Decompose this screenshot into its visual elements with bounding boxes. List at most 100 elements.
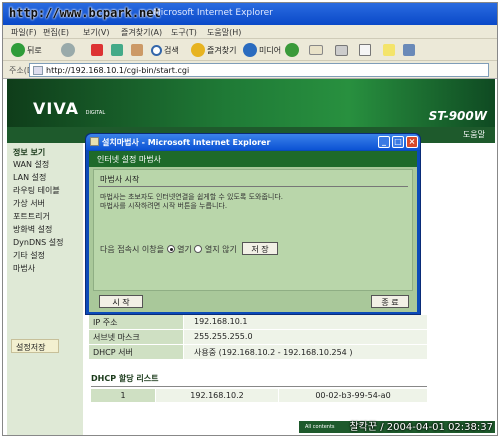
- radio-close[interactable]: [194, 245, 203, 253]
- toolbar: 뒤로 검색 즐겨찾기 미디어: [3, 39, 497, 61]
- media-label: 미디어: [259, 45, 282, 55]
- divider: [98, 186, 408, 187]
- menu-bar: 파일(F) 편집(E) 보기(V) 즐겨찾기(A) 도구(T) 도움말(H): [3, 25, 497, 39]
- back-label: 뒤로: [27, 45, 42, 55]
- dhcp-mac: 00-02-b3-99-54-a0: [279, 389, 427, 402]
- table-row: DHCP 서버 사용중 (192.168.10.2 - 192.168.10.2…: [89, 345, 427, 359]
- dhcp-list-title: DHCP 할당 리스트: [91, 374, 159, 383]
- edit-icon: [359, 44, 371, 56]
- stop-button[interactable]: [91, 42, 103, 58]
- table-key: IP 주소: [89, 315, 183, 329]
- sidebar-item-dyndns[interactable]: DynDNS 설정: [13, 237, 63, 248]
- wizard-dialog: 설치마법사 - Microsoft Internet Explorer _ □ …: [85, 133, 421, 315]
- print-button[interactable]: [335, 42, 348, 58]
- favorites-label: 즐겨찾기: [207, 45, 237, 55]
- history-icon: [285, 43, 299, 57]
- close-icon[interactable]: ×: [406, 136, 418, 148]
- wizard-text-2: 마법사를 시작하려면 시작 버튼을 누릅니다.: [100, 202, 228, 210]
- brand-logo: VIVA DIGITAL: [33, 99, 105, 118]
- wizard-panel: 마법사 시작 마법사는 초보자도 인터넷연결을 쉽게할 수 있도록 도와줍니다.…: [93, 169, 413, 291]
- table-key: 서브넷 마스크: [89, 330, 183, 344]
- table-row: 1 192.168.10.2 00-02-b3-99-54-a0: [91, 389, 427, 402]
- dialog-title-bar: 설치마법사 - Microsoft Internet Explorer _ □ …: [86, 134, 420, 150]
- discuss-icon: [403, 44, 415, 56]
- window-title: Microsoft Internet Explorer: [153, 8, 273, 18]
- sidebar-heading[interactable]: 정보 보기: [13, 147, 45, 158]
- history-button[interactable]: [285, 42, 299, 58]
- router-banner: VIVA DIGITAL ST-900W: [7, 79, 495, 127]
- address-bar: 주소(D) http://192.168.10.1/cgi-bin/start.…: [3, 61, 497, 79]
- search-button[interactable]: 검색: [151, 42, 179, 58]
- sidebar-item-lan[interactable]: LAN 설정: [13, 172, 46, 183]
- table-row: 서브넷 마스크 255.255.255.0: [89, 330, 427, 344]
- star-icon: [191, 43, 205, 57]
- table-key: DHCP 서버: [89, 345, 183, 359]
- open-option-label: 다음 접속시 이창을: [100, 245, 164, 254]
- edit-button[interactable]: [359, 42, 371, 58]
- address-input[interactable]: http://192.168.10.1/cgi-bin/start.cgi: [29, 63, 489, 77]
- back-button[interactable]: 뒤로: [11, 42, 42, 58]
- open-option-row: 다음 접속시 이창을 열기 열지 않기: [100, 244, 237, 255]
- media-icon: [243, 43, 257, 57]
- brand-text: VIVA: [33, 99, 80, 118]
- dhcp-no: 1: [91, 389, 155, 402]
- mail-icon: [309, 45, 323, 55]
- divider: [91, 386, 427, 387]
- menu-file[interactable]: 파일(F): [11, 27, 37, 38]
- discuss-button[interactable]: [403, 42, 415, 58]
- save-button[interactable]: 저 장: [242, 242, 278, 255]
- dialog-title: 설치마법사 - Microsoft Internet Explorer: [102, 138, 271, 147]
- watermark-text: http://www.bcpark.net: [9, 6, 161, 20]
- sidebar-item-routing[interactable]: 라우팅 테이블: [13, 185, 60, 196]
- brand-sub: DIGITAL: [85, 110, 106, 116]
- refresh-button[interactable]: [111, 42, 123, 58]
- forward-button[interactable]: [61, 42, 75, 58]
- sidebar-item-port-trigger[interactable]: 포트트리거: [13, 211, 50, 222]
- menu-view[interactable]: 보기(V): [83, 27, 109, 38]
- table-value: 192.168.10.1: [184, 315, 427, 329]
- start-button[interactable]: 시 작: [99, 295, 143, 308]
- lan-info-table: IP 주소 192.168.10.1 서브넷 마스크 255.255.255.0…: [89, 315, 427, 360]
- table-value: 255.255.255.0: [184, 330, 427, 344]
- menu-favorites[interactable]: 즐겨찾기(A): [121, 27, 162, 38]
- sidebar: 정보 보기 WAN 설정 LAN 설정 라우팅 테이블 가상 서버 포트트리거 …: [7, 143, 83, 435]
- sidebar-item-virtual-server[interactable]: 가상 서버: [13, 198, 45, 209]
- note-icon: [383, 44, 395, 56]
- wizard-subtitle: 마법사 시작: [100, 175, 140, 184]
- help-link[interactable]: 도움말: [463, 129, 485, 140]
- sidebar-item-wizard[interactable]: 마법사: [13, 263, 35, 274]
- sidebar-item-etc[interactable]: 기타 설정: [13, 250, 45, 261]
- radio-open[interactable]: [166, 245, 175, 253]
- capture-timestamp: 찰칵꾼 / 2004-04-01 02:38:37: [349, 422, 493, 433]
- title-bar: http://www.bcpark.net Microsoft Internet…: [3, 3, 497, 25]
- menu-help[interactable]: 도움말(H): [207, 27, 241, 38]
- radio-close-label: 열지 않기: [204, 245, 237, 254]
- dhcp-table: 1 192.168.10.2 00-02-b3-99-54-a0: [91, 389, 427, 402]
- dhcp-ip: 192.168.10.2: [156, 389, 278, 402]
- menu-edit[interactable]: 편집(E): [43, 27, 69, 38]
- back-arrow-icon: [11, 43, 25, 57]
- table-row: IP 주소 192.168.10.1: [89, 315, 427, 329]
- address-text: http://192.168.10.1/cgi-bin/start.cgi: [46, 66, 190, 75]
- wizard-header: 인터넷 설정 마법사: [89, 151, 417, 167]
- messenger-button[interactable]: [383, 42, 395, 58]
- home-button[interactable]: [131, 42, 143, 58]
- search-icon: [151, 44, 162, 56]
- media-button[interactable]: 미디어: [243, 42, 281, 58]
- mail-button[interactable]: [309, 42, 323, 58]
- sidebar-item-wan[interactable]: WAN 설정: [13, 159, 49, 170]
- radio-open-label: 열기: [177, 245, 192, 254]
- browser-window: http://www.bcpark.net Microsoft Internet…: [2, 2, 498, 436]
- print-icon: [335, 44, 348, 56]
- search-label: 검색: [164, 45, 179, 55]
- model-name: ST-900W: [428, 109, 487, 123]
- exit-button[interactable]: 종 료: [371, 295, 409, 308]
- stop-icon: [91, 44, 103, 56]
- favorites-button[interactable]: 즐겨찾기: [191, 42, 236, 58]
- sidebar-item-firewall[interactable]: 방화벽 설정: [13, 224, 52, 235]
- save-settings-button[interactable]: 설정저장: [11, 339, 59, 353]
- minimize-icon[interactable]: _: [378, 136, 390, 148]
- maximize-icon[interactable]: □: [392, 136, 404, 148]
- home-icon: [131, 44, 143, 56]
- menu-tools[interactable]: 도구(T): [171, 27, 197, 38]
